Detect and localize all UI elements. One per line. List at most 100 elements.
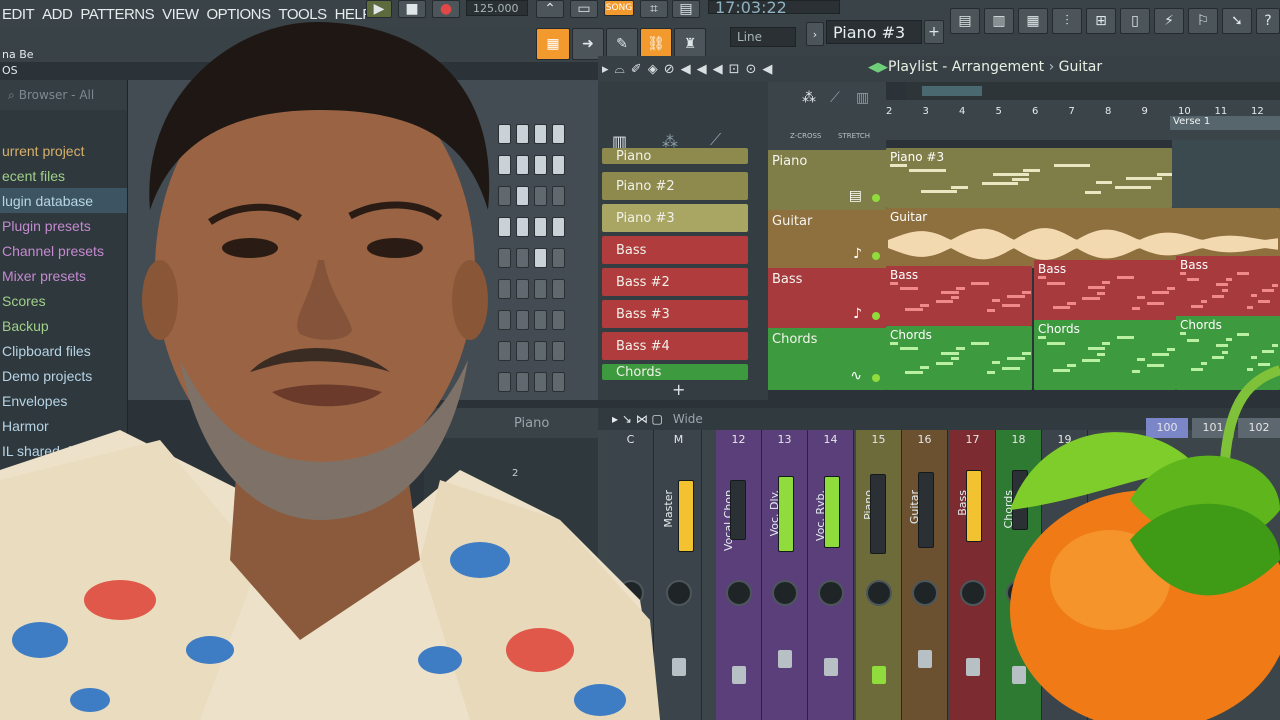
playlist-subtitle: Guitar — [1058, 59, 1103, 75]
overview-window[interactable] — [922, 86, 982, 96]
volume-fader[interactable] — [872, 666, 886, 684]
clip-note — [956, 286, 965, 290]
volume-fader[interactable] — [918, 650, 932, 668]
clip-note — [1095, 181, 1113, 185]
overview-strip[interactable] — [906, 82, 1280, 100]
track-header[interactable]: Guitar ♪ — [768, 210, 886, 268]
add-pattern-button[interactable]: + — [924, 20, 944, 44]
clip-label: Piano #3 — [890, 150, 945, 164]
volume-fader[interactable] — [824, 658, 838, 676]
clip-note — [1251, 294, 1257, 298]
time-display: 17:03:22 — [708, 0, 840, 17]
automation-icon[interactable]: ⟋ — [710, 130, 721, 150]
pattern-select[interactable]: Piano #3 — [826, 20, 922, 44]
track-header[interactable]: Piano ▤ — [768, 150, 886, 210]
clip-note — [1023, 168, 1041, 172]
zcross-label[interactable]: Z-CROSS — [790, 132, 821, 140]
snap-select[interactable]: Line — [730, 27, 796, 47]
stretch-label[interactable]: STRETCH — [838, 132, 870, 140]
mixer-strip-number: 13 — [777, 433, 792, 446]
logo-stem — [1220, 365, 1280, 461]
mixer-icon[interactable]: ⫶ — [1052, 8, 1082, 34]
pan-knob[interactable] — [960, 580, 986, 606]
clip-note — [890, 164, 907, 167]
blend-icon[interactable]: ▤ — [672, 0, 700, 18]
pan-knob[interactable] — [866, 580, 892, 606]
clip-label: Bass — [1038, 262, 1067, 276]
timeline-tick: 9 — [1141, 106, 1148, 117]
mixer-strip-number: 14 — [823, 433, 838, 446]
clip-note — [1102, 281, 1111, 285]
clip-note — [1222, 289, 1228, 293]
hint-icon[interactable]: ? — [1256, 8, 1280, 34]
clip-note — [1222, 350, 1228, 354]
tempo-tap-icon[interactable]: ⚐ — [1188, 8, 1218, 34]
pan-knob[interactable] — [666, 580, 692, 606]
pan-knob[interactable] — [912, 580, 938, 606]
channel-rack-icon[interactable]: ▦ — [1018, 8, 1048, 34]
clip-note — [1082, 296, 1100, 300]
clip-label: Bass — [1180, 258, 1209, 272]
clip-note — [1047, 342, 1065, 346]
clip-note — [1236, 332, 1250, 336]
plugin-icon[interactable]: ⚡ — [1154, 8, 1184, 34]
file-icon[interactable]: ▯ — [1120, 8, 1150, 34]
browser-icon[interactable]: ⊞ — [1086, 8, 1116, 34]
playlist-clip[interactable]: Bass — [886, 266, 1032, 326]
clip-note — [1115, 186, 1152, 190]
wave-icon[interactable]: ⁂ — [802, 90, 816, 106]
clip-note — [1146, 301, 1164, 305]
clip-note — [1096, 291, 1105, 295]
clip-label: Chords — [890, 328, 932, 342]
track-mute-led[interactable] — [872, 312, 880, 320]
pan-knob[interactable] — [818, 580, 844, 606]
clip-note — [935, 361, 954, 365]
clip-note — [941, 290, 959, 294]
clip-notes — [890, 282, 1031, 320]
clip-note — [1047, 281, 1065, 285]
pan-knob[interactable] — [726, 580, 752, 606]
track-mute-led[interactable] — [872, 252, 880, 260]
level-meter — [966, 470, 982, 542]
volume-fader[interactable] — [732, 666, 746, 684]
level-meter — [918, 472, 934, 548]
person-photo — [0, 21, 660, 720]
clip-label: Chords — [1038, 322, 1080, 336]
playlist-icon[interactable]: ▤ — [950, 8, 980, 34]
slide-icon[interactable]: ⟋ — [830, 90, 840, 106]
clip-note — [1096, 353, 1105, 357]
volume-fader[interactable] — [672, 658, 686, 676]
clip-note — [956, 347, 965, 351]
mixer-strip[interactable]: M — [656, 430, 702, 720]
marker-verse-1[interactable]: Verse 1 — [1170, 116, 1280, 130]
volume-fader[interactable] — [966, 658, 980, 676]
track-mute-led[interactable] — [872, 374, 880, 382]
track-header[interactable]: Bass ♪ — [768, 268, 886, 328]
playlist-clip[interactable]: Bass — [1034, 260, 1176, 326]
empty-grid-region[interactable] — [1172, 140, 1280, 208]
track-icon: ♪ — [853, 246, 862, 262]
piano-roll-icon[interactable]: ▥ — [984, 8, 1014, 34]
clip-note — [1117, 276, 1135, 280]
clip-note — [1180, 272, 1186, 275]
clip-note — [1261, 350, 1275, 354]
volume-fader[interactable] — [778, 650, 792, 668]
add-pattern-icon[interactable]: + — [672, 380, 685, 399]
clip-note — [1215, 343, 1228, 347]
mixer-strip[interactable]: 14 — [808, 430, 854, 720]
track-mute-led[interactable] — [872, 194, 880, 202]
clip-note — [986, 371, 995, 375]
timeline-tick: 5 — [995, 106, 1002, 117]
clip-notes — [1038, 276, 1175, 320]
mixer-mode-label[interactable]: Wide — [673, 412, 703, 426]
track-name: Guitar — [772, 214, 813, 229]
clip-note — [1226, 277, 1232, 281]
clip-note — [1022, 352, 1031, 356]
grid-icon[interactable]: ▥ — [856, 90, 869, 106]
playlist-clip[interactable]: Piano #3 — [886, 148, 1172, 208]
pan-knob[interactable] — [772, 580, 798, 606]
render-icon[interactable]: ➘ — [1222, 8, 1252, 34]
track-header[interactable]: Chords ∿ — [768, 328, 886, 390]
mixer-strip[interactable]: 13 — [762, 430, 808, 720]
prev-pattern-button[interactable]: › — [806, 22, 824, 46]
